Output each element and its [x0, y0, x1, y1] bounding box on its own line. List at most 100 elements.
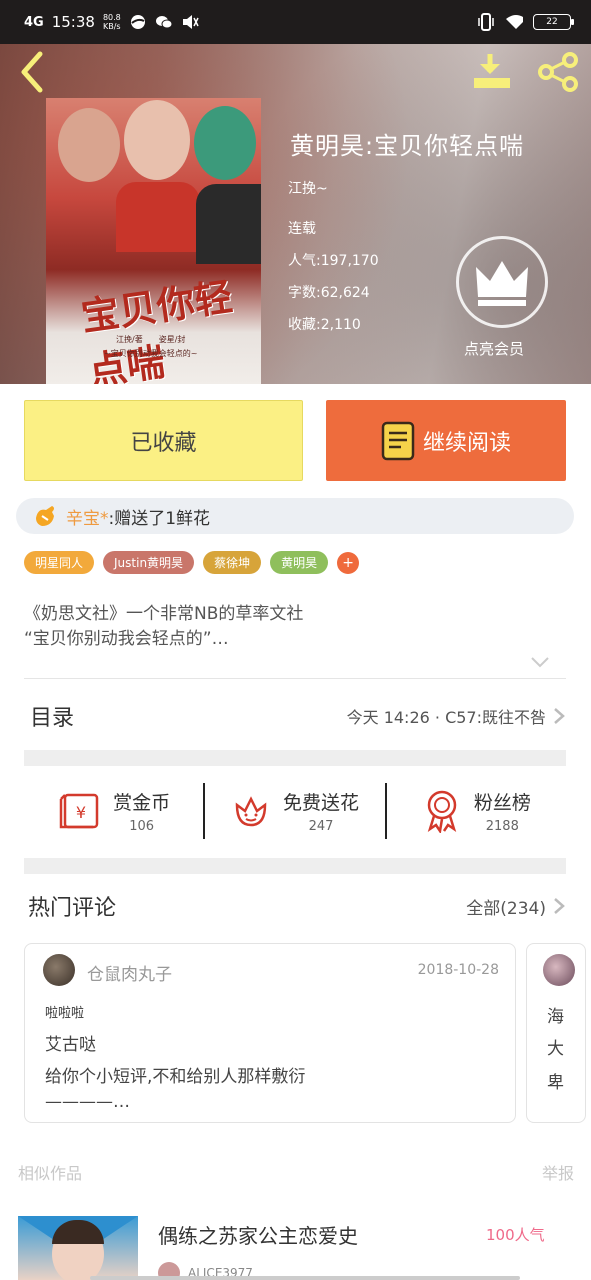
hand-icon — [36, 506, 54, 526]
book-title: 黄明昊:宝贝你轻点喘 — [290, 132, 525, 160]
cover-figure — [194, 106, 256, 180]
back-button[interactable] — [14, 50, 50, 94]
fan-ranking-button[interactable]: 粉丝榜 2188 — [387, 788, 566, 834]
comment-user[interactable]: 仓鼠肉丸子 — [87, 960, 172, 985]
gift-user: 辛宝* — [66, 508, 109, 529]
back-icon — [21, 51, 43, 93]
share-icon — [538, 52, 578, 92]
vip-button[interactable] — [456, 236, 548, 328]
continue-reading-button[interactable]: 继续阅读 — [326, 400, 566, 481]
cover-figure — [116, 182, 200, 252]
crown-icon — [476, 261, 528, 306]
comment-text: 大 — [547, 1039, 564, 1059]
svg-text:¥: ¥ — [76, 803, 86, 822]
cover-title: 宝贝你轻点喘 — [78, 273, 236, 384]
collected-label: 已收藏 — [130, 430, 197, 456]
comment-date: 2018-10-28 — [417, 962, 499, 978]
section-separator — [24, 858, 566, 874]
cover-figure — [58, 108, 120, 182]
comment-text: ————… — [45, 1092, 130, 1112]
latest-chapter: 今天 14:26 · C57:既往不咎 — [346, 708, 546, 727]
fan-ranking-count: 2188 — [485, 819, 519, 834]
net-speed: 80.8 KB/s — [102, 13, 121, 31]
book-word-count: 字数:62,624 — [288, 285, 370, 301]
recommended-title: 偶练之苏家公主恋爱史 — [158, 1224, 358, 1248]
cover-figure — [124, 100, 190, 180]
reward-coins-label: 赏金币 — [113, 792, 171, 814]
comment-text: 海 — [547, 1007, 564, 1027]
recommended-popularity: 100人气 — [486, 1226, 545, 1244]
status-time: 15:38 — [51, 13, 95, 31]
gift-text: :赠送了1鲜花 — [108, 508, 211, 529]
comment-card[interactable]: 仓鼠肉丸子 2018-10-28 啦啦啦 艾古哒 给你个小短评,不和给别人那样敷… — [24, 943, 516, 1123]
avatar[interactable] — [43, 954, 75, 986]
section-separator — [24, 750, 566, 766]
book-status: 连载 — [288, 221, 316, 237]
comment-text: 卑 — [547, 1073, 564, 1093]
reward-coins-button[interactable]: ¥ 赏金币 106 — [24, 788, 203, 834]
comments-header: 热门评论 全部(234) — [24, 890, 566, 922]
comment-text: 啦啦啦 — [45, 1006, 85, 1021]
divider — [24, 678, 566, 679]
continue-reading-label: 继续阅读 — [422, 430, 511, 456]
book-header: 宝贝你轻点喘 江挽/著 姿星/封 ~宝贝你别动我会轻点的~ 黄明昊:宝贝你轻点喘… — [0, 44, 591, 384]
book-favorites: 收藏:2,110 — [288, 317, 361, 333]
tag-list: 明星同人 Justin黄明昊 蔡徐坤 黄明昊 + — [24, 551, 360, 574]
share-button[interactable] — [536, 52, 580, 92]
scroll-indicator — [90, 1276, 520, 1280]
vip-label[interactable]: 点亮会员 — [464, 338, 524, 359]
book-popularity: 人气:197,170 — [288, 253, 379, 269]
speaker-icon — [181, 13, 199, 31]
table-of-contents-row[interactable]: 目录 今天 14:26 · C57:既往不咎 — [24, 690, 566, 742]
comment-text: 给你个小短评,不和给别人那样敷衍 — [45, 1067, 306, 1087]
tag-chip[interactable]: Justin黄明昊 — [103, 551, 195, 574]
comments-title: 热门评论 — [28, 896, 117, 921]
comment-card[interactable]: 海 大 卑 — [526, 943, 586, 1123]
cover-tagline: ~宝贝你别动我会轻点的~ — [104, 349, 198, 358]
book-author[interactable]: 江挽~ — [288, 178, 328, 198]
download-button[interactable] — [470, 50, 514, 94]
book-cover[interactable]: 宝贝你轻点喘 江挽/著 姿星/封 ~宝贝你别动我会轻点的~ — [46, 98, 261, 384]
all-comments-link[interactable]: 全部(234) — [466, 894, 546, 919]
toc-label: 目录 — [30, 706, 75, 731]
report-button[interactable]: 举报 — [542, 1160, 574, 1184]
support-stats: ¥ 赏金币 106 免费送花 247 粉丝榜 2188 — [24, 770, 566, 852]
wifi-icon — [505, 13, 523, 31]
similar-works-label: 相似作品 — [18, 1164, 83, 1183]
browser-icon — [129, 13, 147, 31]
download-icon — [474, 54, 510, 88]
network-indicator: 4G — [24, 14, 44, 30]
synopsis-line: 《奶思文社》一个非常NB的草率文社 — [24, 604, 304, 624]
send-flower-count: 247 — [308, 819, 334, 834]
synopsis[interactable]: 《奶思文社》一个非常NB的草率文社 “宝贝你别动我会轻点的”… — [24, 602, 564, 652]
cover-figure — [196, 184, 261, 264]
synopsis-line: “宝贝你别动我会轻点的”… — [24, 629, 229, 649]
red-envelope-icon: ¥ — [59, 793, 99, 829]
comment-text: 艾古哒 — [45, 1035, 96, 1055]
cover-credits: 江挽/著 姿星/封 — [116, 335, 186, 344]
tag-chip[interactable]: 蔡徐坤 — [203, 551, 262, 574]
more-tags-button[interactable]: + — [337, 551, 360, 574]
send-flower-label: 免费送花 — [282, 792, 359, 814]
collected-button[interactable]: 已收藏 — [24, 400, 303, 481]
gift-notice: 辛宝* :赠送了1鲜花 — [16, 498, 574, 534]
chevron-right-icon[interactable] — [552, 896, 566, 916]
status-bar: 4G 15:38 80.8 KB/s 22 — [0, 0, 591, 44]
recommended-book[interactable]: 偶练之苏家公主恋爱史 100人气 ALICE3977 — [0, 1200, 591, 1280]
flower-icon — [235, 796, 267, 827]
similar-works-header: 相似作品 举报 — [18, 1160, 574, 1184]
send-flower-button[interactable]: 免费送花 247 — [205, 788, 384, 834]
tag-chip[interactable]: 明星同人 — [24, 551, 95, 574]
wechat-icon — [155, 13, 173, 31]
chevron-down-icon[interactable] — [530, 654, 550, 670]
medal-icon — [427, 790, 457, 833]
chevron-right-icon — [554, 708, 565, 724]
battery-indicator: 22 — [533, 14, 574, 30]
avatar[interactable] — [543, 954, 575, 986]
book-icon — [381, 421, 415, 460]
vibrate-icon — [477, 13, 495, 31]
tag-chip[interactable]: 黄明昊 — [270, 551, 329, 574]
fan-ranking-label: 粉丝榜 — [473, 792, 531, 814]
recommended-cover[interactable] — [18, 1216, 138, 1280]
reward-coins-count: 106 — [129, 819, 155, 834]
